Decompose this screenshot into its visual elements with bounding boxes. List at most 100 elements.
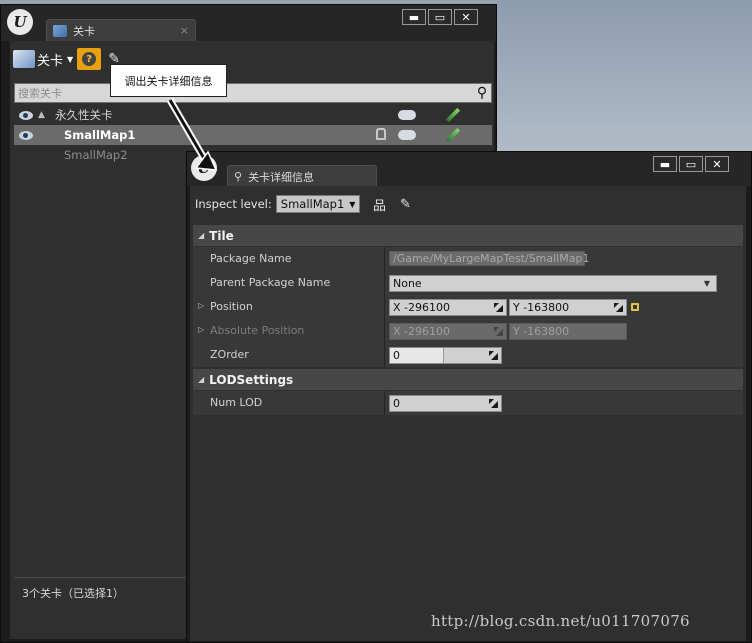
close-button[interactable]: ✕ — [454, 9, 478, 25]
absolute-y-field: Y -163800 — [509, 323, 627, 340]
resize-arrow-icon[interactable] — [494, 303, 503, 312]
levels-window-controls: ▬ ▭ ✕ — [402, 9, 478, 25]
details-toolbar: Inspect level: SmallMap1 ▼ 品 ✎ — [190, 190, 744, 218]
help-icon: ? — [82, 52, 97, 66]
category-label: Tile — [209, 228, 234, 243]
list-item-persistent-level[interactable]: ▲ 永久性关卡 — [14, 105, 492, 125]
column-divider[interactable] — [384, 271, 385, 295]
collapse-arrow-icon: ◢ — [198, 375, 205, 384]
property-package-name: Package Name /Game/MyLargeMapTest/SmallM… — [193, 247, 743, 271]
details-titlebar[interactable]: U ⚲ 关卡详细信息 ▬ ▭ ✕ — [187, 152, 751, 187]
level-details-button[interactable]: ? — [77, 48, 102, 70]
level-name: SmallMap2 — [64, 148, 128, 162]
minimize-button[interactable]: ▬ — [402, 9, 426, 25]
pencil-icon[interactable] — [445, 107, 461, 123]
package-name-field: /Game/MyLargeMapTest/SmallMap1 — [389, 251, 589, 266]
category-label: LODSettings — [209, 372, 294, 387]
property-absolute-position: ▷ Absolute Position X -296100 Y -163800 — [193, 319, 743, 343]
property-label: Absolute Position — [210, 324, 305, 337]
brush-icon[interactable]: ✎ — [396, 196, 414, 212]
property-label: Num LOD — [210, 396, 263, 409]
hierarchy-icon[interactable]: 品 — [370, 196, 388, 214]
absolute-y-value: Y -163800 — [513, 325, 570, 338]
lock-icon[interactable] — [376, 128, 386, 140]
inspect-level-combo[interactable]: SmallMap1 ▼ — [275, 195, 361, 213]
eye-icon[interactable] — [19, 110, 33, 120]
column-divider[interactable] — [384, 391, 385, 415]
maximize-button[interactable]: ▭ — [679, 156, 703, 172]
num-lod-value: 0 — [393, 397, 400, 410]
reset-to-default-icon[interactable] — [631, 303, 639, 311]
zorder-slider[interactable]: 0 — [389, 347, 502, 364]
unreal-logo-icon: U — [191, 155, 217, 181]
column-divider[interactable] — [384, 319, 385, 343]
chevron-down-icon: ▼ — [703, 279, 710, 288]
collapse-arrow-icon: ◢ — [198, 231, 205, 240]
pencil-icon[interactable] — [445, 127, 461, 143]
close-button[interactable]: ✕ — [705, 156, 729, 172]
level-details-window: U ⚲ 关卡详细信息 ▬ ▭ ✕ Inspect level: SmallMap… — [186, 151, 752, 643]
num-lod-field[interactable]: 0 — [389, 395, 502, 412]
resize-arrow-icon — [494, 327, 503, 336]
gamepad-icon[interactable] — [398, 130, 416, 140]
property-position: ▷ Position X -296100 Y -163800 — [193, 295, 743, 319]
inspect-level-label: Inspect level: — [195, 197, 272, 211]
level-name: SmallMap1 — [64, 128, 136, 142]
resize-arrow-icon[interactable] — [489, 399, 498, 408]
absolute-x-field: X -296100 — [389, 323, 507, 340]
expand-arrow-icon[interactable]: ▷ — [198, 301, 204, 310]
parent-package-dropdown[interactable]: None ▼ — [389, 275, 717, 292]
tab-levels-label: 关卡 — [73, 24, 95, 38]
column-divider[interactable] — [384, 295, 385, 319]
levels-titlebar[interactable]: U 关卡 × ▬ ▭ ✕ — [1, 5, 496, 41]
position-x-value: X -296100 — [393, 301, 450, 314]
position-y-field[interactable]: Y -163800 — [509, 299, 627, 316]
tab-levels[interactable]: 关卡 × — [46, 19, 196, 41]
search-input[interactable] — [15, 86, 473, 100]
gamepad-icon[interactable] — [398, 110, 416, 120]
levels-icon — [13, 50, 35, 68]
levels-menu-label: 关卡 — [37, 53, 64, 69]
expand-arrow-icon[interactable]: ▷ — [198, 325, 204, 334]
tab-level-details-label: 关卡详细信息 — [248, 170, 315, 184]
collapse-arrow-icon[interactable]: ▲ — [38, 110, 45, 120]
maximize-button[interactable]: ▭ — [428, 9, 452, 25]
levels-status-text: 3个关卡（已选择1） — [22, 587, 124, 600]
column-divider[interactable] — [384, 343, 385, 367]
chevron-down-icon: ▼ — [349, 199, 356, 209]
list-item-smallmap1[interactable]: SmallMap1 — [14, 125, 492, 145]
absolute-x-value: X -296100 — [393, 325, 450, 338]
details-window-controls: ▬ ▭ ✕ — [653, 156, 729, 172]
category-tile[interactable]: ◢ Tile — [193, 225, 743, 246]
search-levels: ⚲ — [14, 83, 492, 103]
levels-tab-icon — [53, 24, 67, 37]
property-label: ZOrder — [210, 348, 249, 361]
tab-close-icon[interactable]: × — [180, 24, 189, 37]
category-lodsettings[interactable]: ◢ LODSettings — [193, 369, 743, 390]
inspect-level-value: SmallMap1 — [280, 197, 345, 211]
resize-arrow-icon[interactable] — [489, 351, 498, 360]
position-y-value: Y -163800 — [513, 301, 570, 314]
property-parent-package-name: Parent Package Name None ▼ — [193, 271, 743, 295]
chevron-down-icon: ▼ — [67, 54, 74, 64]
column-divider[interactable] — [384, 247, 385, 271]
tooltip: 调出关卡详细信息 — [110, 64, 227, 97]
position-x-field[interactable]: X -296100 — [389, 299, 507, 316]
tab-level-details[interactable]: ⚲ 关卡详细信息 — [227, 165, 377, 187]
property-label: Parent Package Name — [210, 276, 331, 289]
property-zorder: ZOrder 0 — [193, 343, 743, 367]
minimize-button[interactable]: ▬ — [653, 156, 677, 172]
unreal-logo-icon: U — [7, 9, 33, 35]
watermark-text: http://blog.csdn.net/u011707076 — [431, 612, 690, 630]
search-icon[interactable]: ⚲ — [473, 84, 491, 102]
eye-icon[interactable] — [19, 130, 33, 140]
resize-arrow-icon[interactable] — [614, 303, 623, 312]
property-label: Position — [210, 300, 253, 313]
level-name: 永久性关卡 — [55, 108, 113, 122]
parent-package-value: None — [393, 277, 422, 290]
levels-menu-button[interactable]: 关卡 ▼ — [13, 50, 73, 69]
property-num-lod: Num LOD 0 — [193, 391, 743, 415]
levels-toolbar: 关卡 ▼ ? ✎ — [13, 45, 493, 73]
zorder-value: 0 — [393, 349, 400, 362]
magnifier-icon: ⚲ — [234, 170, 243, 183]
